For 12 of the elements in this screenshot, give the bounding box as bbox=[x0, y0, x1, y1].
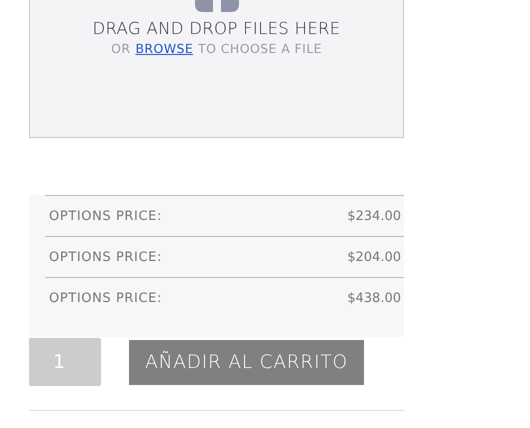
price-value: $234.00 bbox=[347, 208, 401, 224]
drop-zone[interactable]: DRAG AND DROP FILES HERE OR BROWSE TO CHOOSE A FILE bbox=[29, 0, 404, 138]
price-value: $204.00 bbox=[347, 250, 401, 264]
price-label: OPTIONS PRICE: bbox=[49, 250, 162, 264]
price-label: OPTIONS PRICE: bbox=[49, 208, 162, 224]
price-label: OPTIONS PRICE: bbox=[49, 290, 162, 306]
upload-title: DRAG AND DROP FILES HERE bbox=[92, 19, 341, 38]
browse-link[interactable]: BROWSE bbox=[135, 41, 194, 56]
price-value: $438.00 bbox=[347, 290, 401, 306]
add-to-cart-button[interactable]: AÑADIR AL CARRITO bbox=[129, 340, 364, 385]
upload-hint: OR bbox=[111, 41, 130, 56]
upload-hint: TO CHOOSE A FILE bbox=[198, 41, 322, 56]
